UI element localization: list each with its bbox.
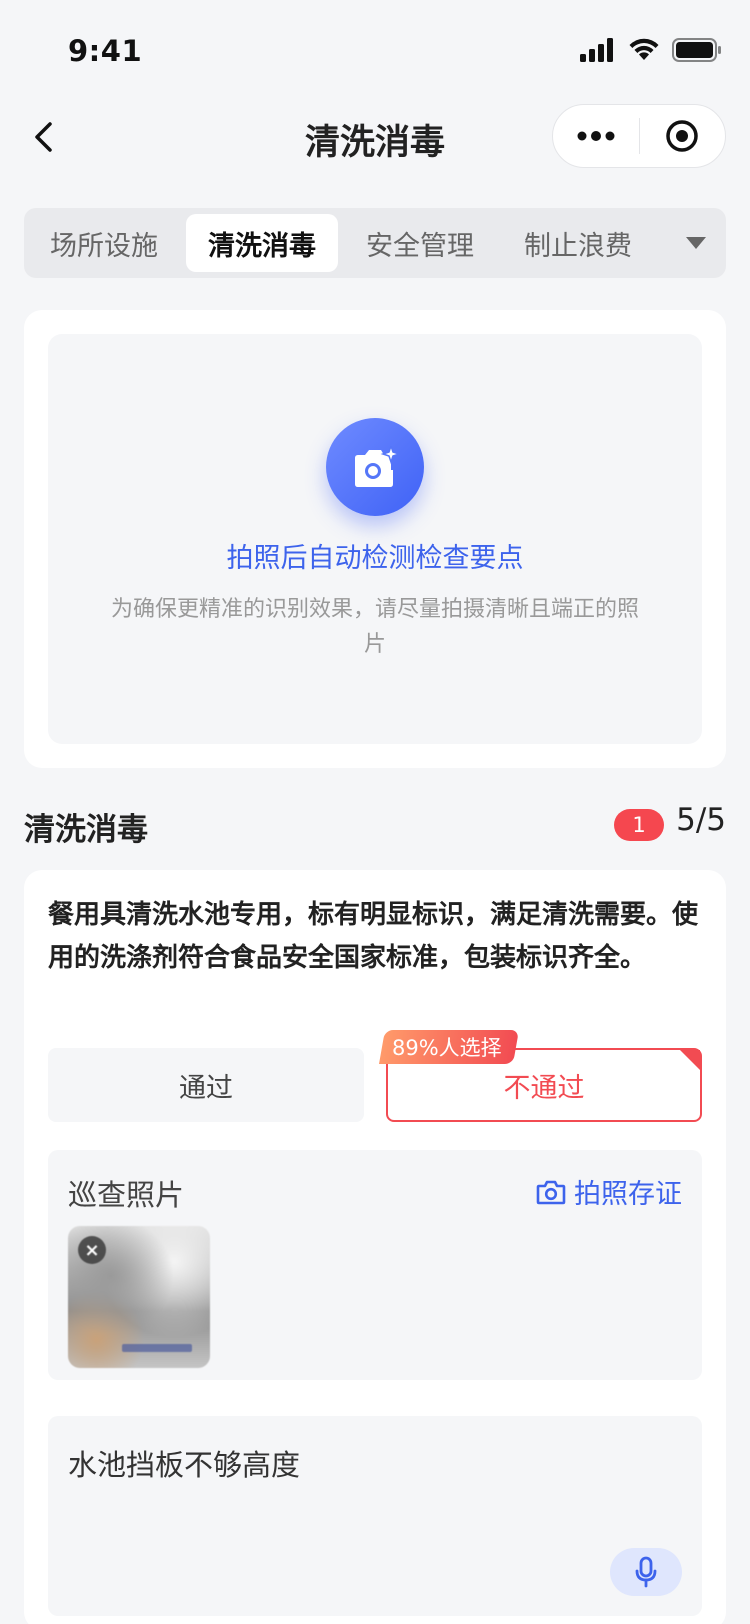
tab-0[interactable]: 场所设施 [28, 214, 180, 272]
caret-down-icon [686, 237, 706, 249]
wifi-icon [629, 38, 659, 60]
camera-icon [536, 1180, 566, 1204]
thumbnail-detail [122, 1344, 192, 1352]
photo-capture-hint: 为确保更精准的识别效果，请尽量拍摄清晰且端正的照片 [110, 597, 639, 657]
fail-option-label: 不通过 [503, 1072, 585, 1104]
photo-capture-title: 拍照后自动检测检查要点 [226, 543, 524, 574]
inspection-item-card: 餐用具清洗水池专用，标有明显标识，满足清洗需要。使用的洗涤剂符合食品安全国家标准… [24, 870, 726, 1624]
inspection-note-text: 水池挡板不够高度 [68, 1448, 301, 1482]
pass-option-button[interactable]: 通过 [48, 1048, 364, 1122]
close-icon: × [84, 1239, 100, 1261]
section-header: 清洗消毒 1 5/5 [24, 800, 726, 848]
issue-count-badge: 1 [614, 809, 664, 841]
microphone-icon [635, 1556, 657, 1588]
more-button[interactable] [553, 105, 639, 167]
status-icons [580, 38, 722, 62]
selected-corner-mark [680, 1050, 700, 1070]
take-evidence-photo-button[interactable]: 拍照存证 [536, 1172, 682, 1211]
evidence-photos-label: 巡查照片 [68, 1178, 185, 1212]
target-circle-icon [666, 120, 698, 152]
photo-capture-card: 拍照后自动检测检查要点 为确保更精准的识别效果，请尽量拍摄清晰且端正的照片 [24, 310, 726, 768]
popularity-tag: 89%人选择 [379, 1030, 519, 1064]
remove-photo-button[interactable]: × [78, 1236, 106, 1264]
status-time: 9:41 [68, 34, 143, 68]
more-dots-icon [577, 131, 615, 141]
section-title: 清洗消毒 [24, 812, 148, 848]
take-evidence-photo-label: 拍照存证 [574, 1179, 682, 1210]
close-mini-program-button[interactable] [640, 105, 726, 167]
tab-1[interactable]: 清洗消毒 [186, 214, 338, 272]
evidence-photo-thumbnail[interactable]: × [68, 1226, 210, 1368]
tabs-expand-button[interactable] [682, 229, 710, 257]
mini-program-capsule [552, 104, 726, 168]
status-bar: 9:41 [0, 0, 750, 100]
smart-camera-icon [355, 446, 399, 487]
inspection-item-description: 餐用具清洗水池专用，标有明显标识，满足清洗需要。使用的洗涤剂符合食品安全国家标准… [48, 900, 699, 973]
tab-3[interactable]: 制止浪费 [502, 214, 654, 272]
category-tabs: 场所设施 清洗消毒 安全管理 制止浪费 [24, 208, 726, 278]
battery-icon [672, 38, 721, 62]
popularity-tag-label: 89%人选择 [392, 1036, 502, 1060]
tab-2[interactable]: 安全管理 [344, 214, 496, 272]
photo-capture-area[interactable]: 拍照后自动检测检查要点 为确保更精准的识别效果，请尽量拍摄清晰且端正的照片 [48, 334, 702, 744]
nav-bar: 清洗消毒 [0, 100, 750, 174]
voice-input-button[interactable] [610, 1548, 682, 1596]
cellular-signal-icon [580, 38, 613, 62]
inspection-note-field[interactable]: 水池挡板不够高度 [48, 1416, 702, 1616]
smart-camera-button[interactable] [326, 418, 424, 516]
evidence-photos-panel: 巡查照片 拍照存证 × [48, 1150, 702, 1380]
progress-count: 5/5 [676, 802, 726, 838]
